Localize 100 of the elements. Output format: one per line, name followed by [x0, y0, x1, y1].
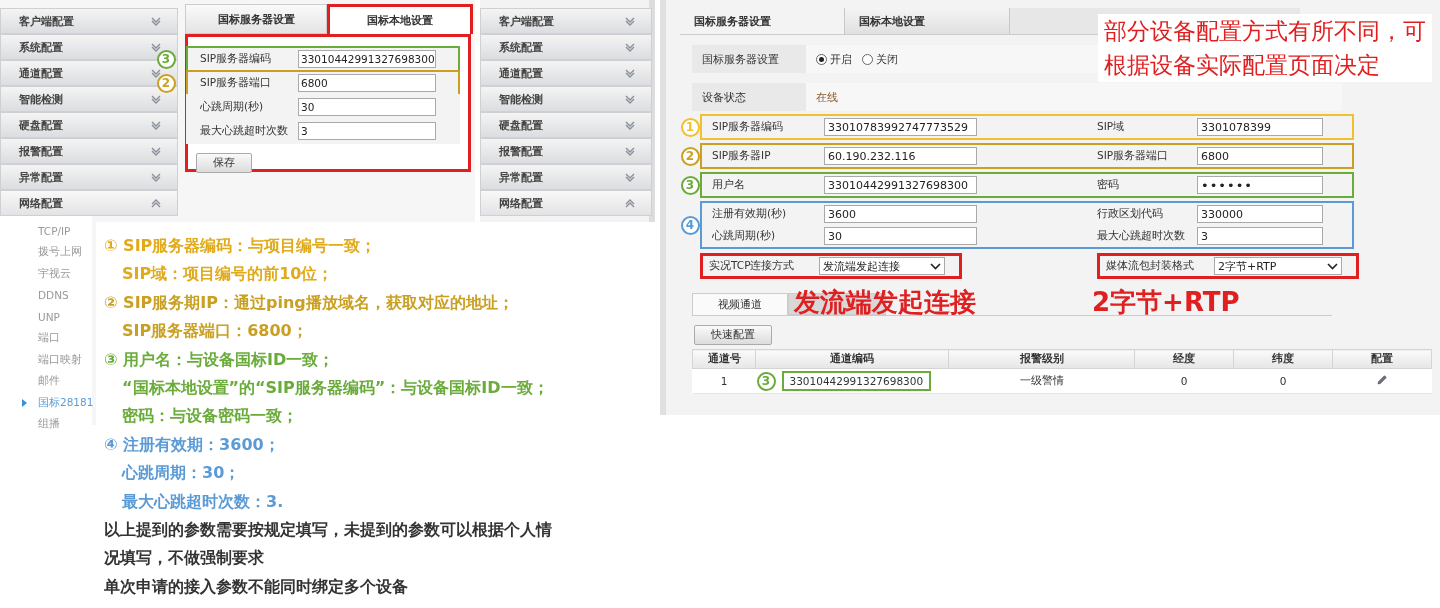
note-text: ① SIP服务器编码：与项目编号一致； — [104, 235, 378, 257]
column-header: 经度 — [1134, 349, 1234, 369]
circled-number: 3 — [756, 371, 776, 391]
field-label: SIP服务器端口 — [199, 76, 273, 90]
quick-config-button[interactable]: 快速配置 — [694, 325, 772, 345]
note-text: “国标本地设置”的“SIP服务器编码”：与设备国标ID一致； — [121, 377, 550, 400]
sidebar-item[interactable]: 系统配置 — [480, 34, 652, 60]
dropdown[interactable]: 2字节+RTP — [1214, 257, 1342, 275]
radio-label: 关闭 — [876, 51, 898, 67]
note-text: 单次申请的接入参数不能同时绑定多个设备 — [104, 575, 409, 598]
input-field[interactable]: 60.190.232.116 — [824, 147, 977, 165]
chevron-down-icon — [151, 94, 161, 104]
chevron-down-icon — [625, 120, 635, 130]
note-text: SIP域：项目编号的前10位； — [121, 263, 335, 286]
chevron-down-icon — [151, 172, 161, 182]
field-label: 设备状态 — [692, 83, 806, 111]
radio-button[interactable] — [862, 53, 873, 65]
field-label: SIP服务器端口 — [1096, 149, 1170, 163]
sidebar-item[interactable]: 客户端配置 — [480, 8, 652, 34]
sidebar-item[interactable]: 网络配置 — [0, 190, 178, 216]
sidebar-item[interactable]: 智能检测 — [480, 86, 652, 112]
chevron-down-icon — [151, 16, 161, 26]
chevron-down-icon — [625, 42, 635, 52]
circled-number: 2 — [680, 146, 700, 166]
annotation-text: 2字节+RTP — [1092, 286, 1240, 319]
tab[interactable]: 视频通道 — [692, 293, 788, 315]
field-label: SIP服务器编码 — [711, 120, 785, 134]
field-label: 用户名 — [711, 178, 746, 192]
note-text: SIP服务器端口：6800； — [121, 320, 309, 343]
sidebar-item[interactable]: 硬盘配置 — [480, 112, 652, 138]
field-label: 最大心跳超时次数 — [199, 124, 289, 138]
caret-icon — [1327, 262, 1338, 270]
note-text: ③ 用户名：与设备国标ID一致； — [104, 348, 336, 371]
column-header: 报警级别 — [948, 349, 1135, 369]
sidebar-item[interactable]: 报警配置 — [480, 138, 652, 164]
column-header: 通道号 — [692, 349, 756, 369]
input-field[interactable]: 3 — [298, 122, 436, 140]
column-header: 通道编码 — [755, 349, 949, 369]
input-field[interactable]: 33010783992747773529 — [824, 118, 977, 136]
sidebar-item[interactable]: 客户端配置 — [0, 8, 178, 34]
note-text: 密码：与设备密码一致； — [121, 405, 299, 428]
note-text: 最大心跳超时次数：3. — [121, 490, 285, 513]
pencil-icon[interactable] — [1376, 374, 1388, 386]
triangle-icon — [22, 399, 27, 407]
note-text: ② SIP服务期IP：通过ping播放域名，获取对应的地址； — [104, 291, 515, 314]
sidebar-item[interactable]: 通道配置 — [480, 60, 652, 86]
sidebar-item[interactable]: 异常配置 — [480, 164, 652, 190]
chevron-down-icon — [625, 146, 635, 156]
radio-label: 开启 — [830, 51, 852, 67]
sidebar-item[interactable]: 网络配置 — [480, 190, 652, 216]
chevron-down-icon — [151, 68, 161, 78]
column-header: 纬度 — [1233, 349, 1333, 369]
field-label: SIP域 — [1096, 120, 1126, 134]
column-header: 配置 — [1332, 349, 1432, 369]
sidebar-item[interactable]: 智能检测 — [0, 86, 178, 112]
annotation-text: 根据设备实际配置页面决定 — [1104, 51, 1381, 80]
tab[interactable]: 国标本地设置 — [845, 8, 1010, 34]
tab[interactable]: 国标服务器设置 — [185, 4, 327, 34]
sidebar-item[interactable]: 报警配置 — [0, 138, 178, 164]
field-label: 行政区划代码 — [1096, 207, 1164, 221]
table-cell: 一级警情 — [948, 368, 1135, 394]
note-text: 以上提到的参数需要按规定填写，未提到的参数可以根据个人情况填写，不做强制要求 — [104, 519, 553, 570]
chevron-up-icon — [151, 198, 161, 208]
input-field[interactable]: 6800 — [298, 74, 436, 92]
tab[interactable]: 国标服务器设置 — [680, 8, 845, 34]
chevron-down-icon — [151, 120, 161, 130]
field-label: SIP服务器IP — [711, 149, 772, 163]
chevron-up-icon — [625, 198, 635, 208]
field-label: 实况TCP连接方式 — [708, 259, 796, 273]
sidebar-item[interactable]: 硬盘配置 — [0, 112, 178, 138]
note-text: 心跳周期：30； — [120, 462, 242, 485]
dropdown[interactable]: 发流端发起连接 — [819, 257, 945, 275]
input-field[interactable]: 30 — [824, 227, 977, 245]
input-field[interactable]: 3 — [1197, 227, 1323, 245]
input-field[interactable]: 3600 — [824, 205, 977, 223]
input-field[interactable]: 33010442991327698300 — [824, 176, 977, 194]
input-field[interactable]: 6800 — [1197, 147, 1323, 165]
field-label: SIP服务器编码 — [199, 52, 273, 66]
note-text: ④ 注册有效期：3600； — [104, 433, 281, 456]
input-field[interactable]: 3301078399 — [1197, 118, 1323, 136]
table-cell: 0 — [1233, 368, 1333, 394]
field-label: 注册有效期(秒) — [711, 207, 788, 221]
chevron-down-icon — [625, 68, 635, 78]
status-text: 在线 — [815, 89, 838, 105]
input-field[interactable]: 30 — [298, 98, 436, 116]
circled-number: 4 — [680, 215, 700, 235]
tab[interactable]: 国标本地设置 — [327, 4, 473, 34]
table-cell: 1 — [692, 368, 756, 394]
chevron-down-icon — [625, 172, 635, 182]
save-button[interactable]: 保存 — [196, 153, 252, 173]
field-label: 心跳周期(秒) — [199, 100, 265, 114]
chevron-down-icon — [151, 42, 161, 52]
password-field[interactable]: •••••• — [1197, 176, 1323, 194]
radio-button[interactable] — [816, 53, 827, 65]
circled-number: 1 — [680, 117, 700, 137]
field-label: 心跳周期(秒) — [711, 229, 777, 243]
sidebar-item[interactable]: 异常配置 — [0, 164, 178, 190]
input-field[interactable]: 330000 — [1197, 205, 1323, 223]
input-field[interactable]: 33010442991327698300 — [298, 50, 436, 68]
field-label: 国标服务器设置 — [692, 45, 806, 73]
